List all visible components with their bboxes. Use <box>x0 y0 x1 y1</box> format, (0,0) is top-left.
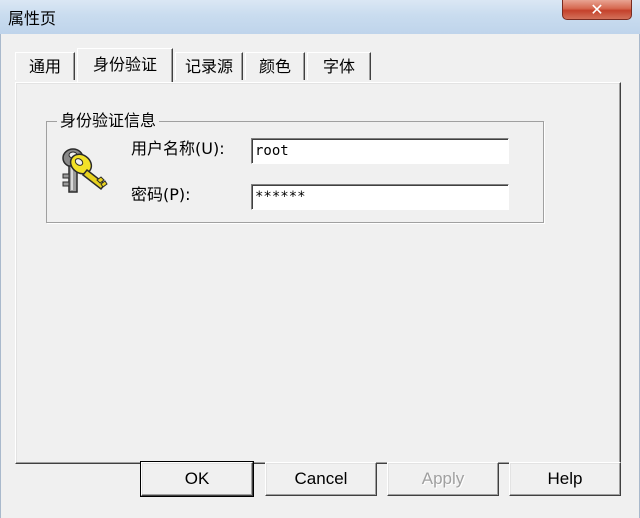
dialog-body: 通用 身份验证 记录源 颜色 字体 身份验证信息 用户名称(U): root 密… <box>0 34 640 518</box>
apply-button[interactable]: Apply <box>387 462 499 496</box>
tab-panel-authentication: 身份验证信息 用户名称(U): root 密码(P): ****** <box>15 82 621 464</box>
tab-font[interactable]: 字体 <box>307 52 371 80</box>
close-button[interactable]: ✕ <box>562 0 632 20</box>
close-icon: ✕ <box>590 0 604 19</box>
tab-record-source[interactable]: 记录源 <box>175 52 243 80</box>
tab-authentication[interactable]: 身份验证 <box>77 48 173 82</box>
tab-color[interactable]: 颜色 <box>245 52 305 80</box>
cancel-button[interactable]: Cancel <box>265 462 377 496</box>
help-button[interactable]: Help <box>509 462 621 496</box>
group-title: 身份验证信息 <box>57 110 160 132</box>
username-label: 用户名称(U): <box>131 139 225 158</box>
password-field[interactable]: ****** <box>251 184 509 210</box>
auth-info-group: 身份验证信息 用户名称(U): root 密码(P): ****** <box>46 110 544 223</box>
title-bar: 属性页 ✕ <box>0 0 640 35</box>
password-label: 密码(P): <box>131 185 191 204</box>
username-field[interactable]: root <box>251 138 509 164</box>
ok-button[interactable]: OK <box>140 461 254 497</box>
tab-general[interactable]: 通用 <box>15 52 75 80</box>
window-title: 属性页 <box>8 9 57 28</box>
keys-icon <box>62 148 108 193</box>
